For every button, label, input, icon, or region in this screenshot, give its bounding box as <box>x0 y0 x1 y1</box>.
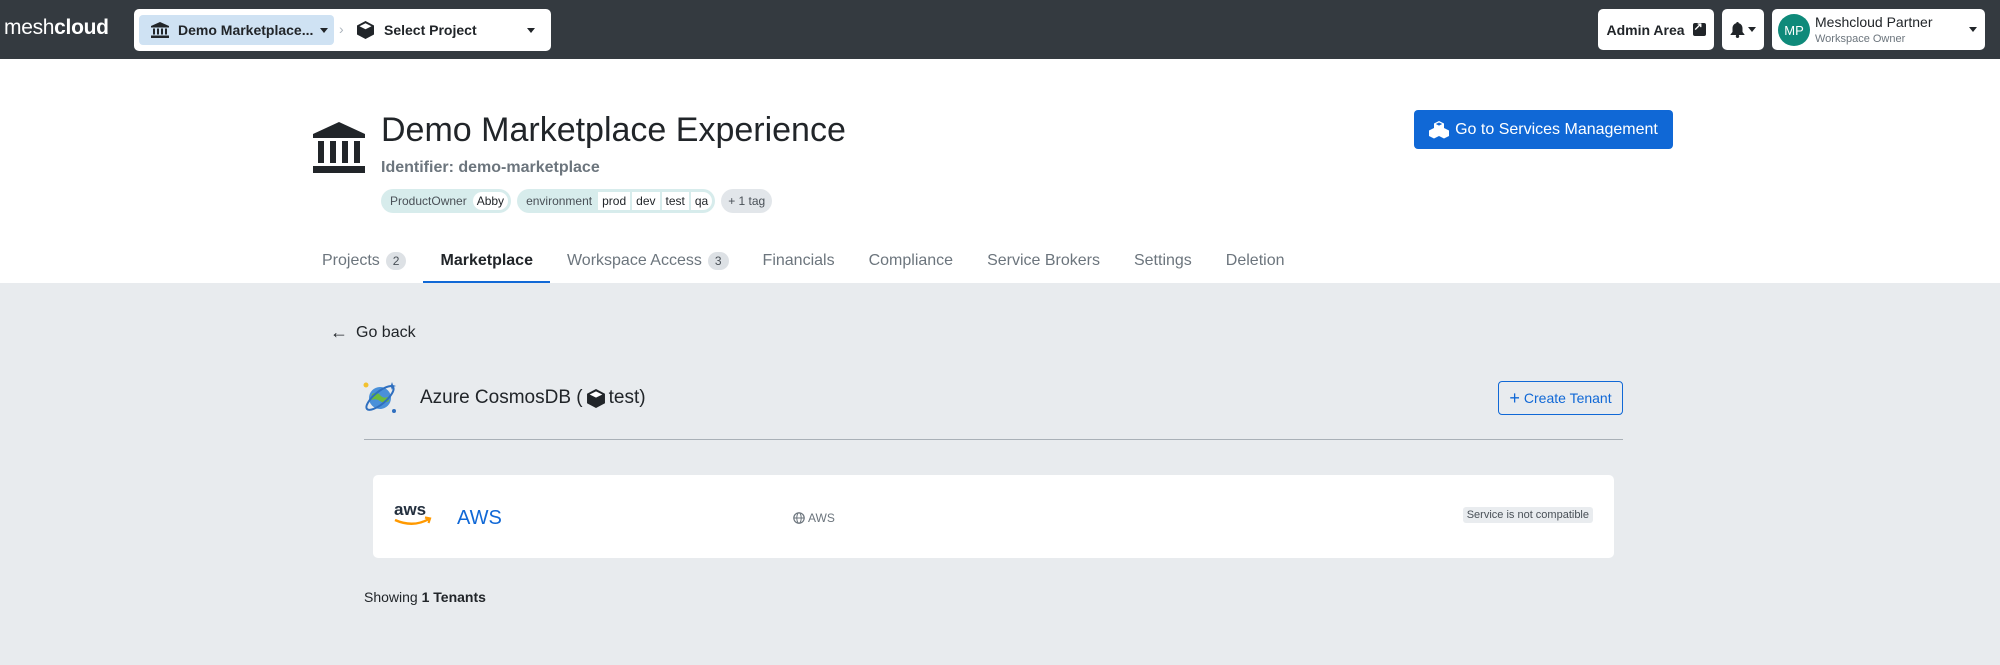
tab-workspace-access[interactable]: Workspace Access 3 <box>550 239 746 283</box>
tab-marketplace[interactable]: Marketplace <box>423 239 550 283</box>
user-name: Meshcloud Partner <box>1815 14 1933 30</box>
tab-compliance[interactable]: Compliance <box>852 239 970 283</box>
tag-environment: environment prod dev test qa <box>517 189 716 213</box>
chevron-down-icon <box>1748 27 1756 32</box>
admin-area-label: Admin Area <box>1606 21 1685 38</box>
status-badge: Service is not compatible <box>1462 507 1593 523</box>
platform-label: AWS <box>808 511 835 525</box>
service-name: Azure CosmosDB ( <box>420 387 583 408</box>
create-tenant-label: Create Tenant <box>1523 390 1612 406</box>
tag-value: test <box>661 192 689 210</box>
more-tags-button[interactable]: + 1 tag <box>721 189 773 213</box>
tag-value: qa <box>690 192 713 210</box>
context-selector: Demo Marketplace... › Select Project <box>134 9 551 51</box>
globe-icon <box>793 512 805 524</box>
workspace-identifier: Identifier: demo-marketplace <box>381 159 600 176</box>
chevron-down-icon <box>1969 27 1977 32</box>
bank-icon <box>151 22 169 38</box>
workspace-tags: ProductOwner Abby environment prod dev t… <box>381 189 773 213</box>
divider <box>364 439 1623 440</box>
tenant-name[interactable]: AWS <box>457 507 502 530</box>
cube-icon <box>357 21 374 39</box>
meshcloud-logo[interactable]: meshcloud <box>4 16 109 40</box>
tab-financials[interactable]: Financials <box>746 239 852 283</box>
services-button-label: Go to Services Management <box>1455 120 1658 138</box>
workspace-bank-icon <box>313 122 365 173</box>
tab-settings[interactable]: Settings <box>1117 239 1209 283</box>
user-role: Workspace Owner <box>1815 33 1906 45</box>
avatar: MP <box>1778 14 1810 46</box>
admin-area-button[interactable]: Admin Area <box>1598 9 1714 50</box>
service-project: test) <box>608 387 646 408</box>
go-to-services-management-button[interactable]: Go to Services Management <box>1414 110 1673 149</box>
external-link-icon <box>1692 20 1706 36</box>
aws-logo: aws <box>394 501 432 525</box>
top-navbar: meshcloud Demo Marketplace... › Select P… <box>0 0 2000 59</box>
tag-value: dev <box>632 192 660 210</box>
tag-value: prod <box>598 192 631 210</box>
go-back-label: Go back <box>356 323 416 341</box>
user-menu[interactable]: MP Meshcloud Partner Workspace Owner <box>1772 9 1985 50</box>
aws-logo-text: aws <box>394 501 426 519</box>
cubes-icon <box>1429 120 1450 138</box>
tab-service-brokers[interactable]: Service Brokers <box>970 239 1117 283</box>
cosmosdb-icon <box>363 382 396 413</box>
bell-icon <box>1730 21 1745 38</box>
page-title: Demo Marketplace Experience <box>381 111 846 149</box>
tab-deletion[interactable]: Deletion <box>1209 239 1302 283</box>
tenant-card[interactable]: aws AWS AWS Service is not compatible <box>373 475 1614 558</box>
service-title: Azure CosmosDB ( test) <box>420 387 646 409</box>
chevron-down-icon <box>320 27 329 33</box>
project-selector-label: Select Project <box>384 22 477 38</box>
tab-projects[interactable]: Projects 2 <box>305 239 423 283</box>
workspace-selector-label: Demo Marketplace... <box>178 22 314 38</box>
breadcrumb-separator: › <box>339 21 344 37</box>
workspace-tabs: Projects 2 Marketplace Workspace Access 3 … <box>305 239 1302 283</box>
tag-key: ProductOwner <box>390 194 467 208</box>
cube-icon <box>586 388 605 408</box>
plus-icon: + <box>1509 388 1520 408</box>
chevron-down-icon <box>527 28 535 33</box>
count-badge: 2 <box>385 252 407 270</box>
workspace-selector[interactable]: Demo Marketplace... <box>139 15 334 45</box>
notifications-button[interactable] <box>1722 9 1764 50</box>
workspace-header: Demo Marketplace Experience Identifier: … <box>0 59 2000 283</box>
arrow-left-icon: ← <box>330 322 348 342</box>
go-back-link[interactable]: ← Go back <box>330 322 416 343</box>
tag-product-owner: ProductOwner Abby <box>381 189 512 213</box>
results-count: Showing 1 Tenants <box>364 589 486 605</box>
create-tenant-button[interactable]: + Create Tenant <box>1498 381 1623 415</box>
count-badge: 3 <box>707 252 729 270</box>
project-selector[interactable]: Select Project <box>357 15 545 45</box>
tenant-platform: AWS <box>793 511 835 525</box>
tag-key: environment <box>526 194 593 208</box>
tag-value: Abby <box>472 192 509 210</box>
